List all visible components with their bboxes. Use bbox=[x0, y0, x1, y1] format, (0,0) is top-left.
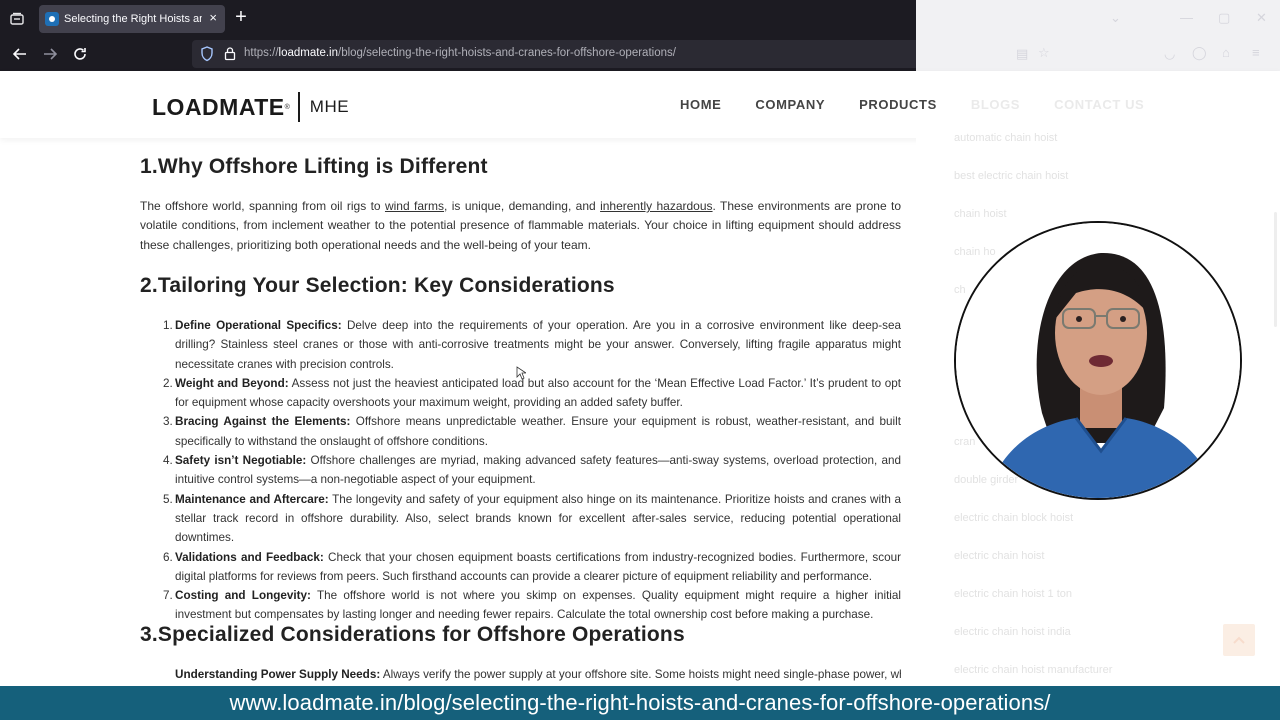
logo-divider bbox=[297, 92, 300, 122]
shield-icon[interactable] bbox=[200, 46, 214, 62]
site-header: LOADMATE ® MHE HOME COMPANY PRODUCTS BLO… bbox=[0, 71, 1280, 138]
sidebar-tag-link[interactable]: electric chain hoist bbox=[954, 550, 1045, 562]
scroll-to-top-button[interactable] bbox=[1223, 624, 1255, 656]
list-item: 6. Validations and Feedback: Check that y… bbox=[163, 550, 901, 583]
pocket-icon[interactable]: ◡ bbox=[1164, 46, 1175, 62]
favicon-icon bbox=[45, 12, 59, 26]
logo-registered-mark: ® bbox=[284, 103, 290, 111]
logo-subtitle: MHE bbox=[309, 97, 350, 116]
page-scrollbar[interactable] bbox=[1274, 212, 1277, 327]
presenter-portrait bbox=[956, 223, 1240, 498]
forward-arrow-icon[interactable] bbox=[40, 44, 60, 64]
active-tab[interactable]: Selecting the Right Hoists and Cranes × bbox=[39, 5, 225, 33]
menu-blogs[interactable]: BLOGS bbox=[971, 97, 1020, 112]
menu-contact[interactable]: CONTACT US bbox=[1054, 97, 1144, 112]
sidebar-tag-link[interactable]: cran bbox=[954, 436, 975, 448]
menu-company[interactable]: COMPANY bbox=[755, 97, 825, 112]
back-arrow-icon[interactable] bbox=[10, 44, 30, 64]
list-item: 4. Safety isn’t Negotiable: Offshore chal… bbox=[163, 454, 901, 487]
url-text[interactable]: https://loadmate.in/blog/selecting-the-r… bbox=[244, 47, 676, 59]
section-paragraph: The offshore world, spanning from oil ri… bbox=[140, 199, 902, 252]
section-heading: 3.Specialized Considerations for Offshor… bbox=[140, 623, 685, 646]
list-item: 2. Weight and Beyond: Assess not just the… bbox=[163, 376, 901, 410]
sidebar-tag-link[interactable]: automatic chain hoist bbox=[954, 132, 1057, 144]
tab-bar: Selecting the Right Hoists and Cranes × … bbox=[0, 0, 916, 37]
sidebar-tag-link[interactable]: electric chain hoist manufacturer bbox=[954, 664, 1112, 676]
window-close-icon[interactable]: ✕ bbox=[1256, 10, 1267, 26]
browser-toolbar: Selecting the Right Hoists and Cranes × … bbox=[0, 0, 916, 71]
site-logo[interactable]: LOADMATE ® MHE bbox=[152, 92, 349, 122]
address-bar[interactable]: https://loadmate.in/blog/selecting-the-r… bbox=[192, 40, 916, 68]
list-item: 3. Bracing Against the Elements: Offshore… bbox=[163, 415, 901, 448]
new-tab-button[interactable]: + bbox=[231, 7, 251, 29]
tab-list-icon[interactable] bbox=[6, 8, 28, 30]
menu-icon[interactable]: ≡ bbox=[1252, 45, 1260, 60]
section-heading: 1.Why Offshore Lifting is Different bbox=[140, 155, 488, 178]
menu-home[interactable]: HOME bbox=[680, 97, 721, 112]
sidebar-tag-link[interactable]: chain hoist bbox=[954, 208, 1007, 220]
chevron-down-icon[interactable]: ⌄ bbox=[1110, 10, 1121, 26]
sidebar-tag-link[interactable]: double girder bbox=[954, 474, 1018, 486]
mouse-cursor-icon bbox=[516, 366, 526, 380]
banner-url-text: www.loadmate.in/blog/selecting-the-right… bbox=[229, 690, 1051, 715]
sidebar-tag-link[interactable]: electric chain hoist 1 ton bbox=[954, 588, 1072, 600]
reload-icon[interactable] bbox=[70, 44, 90, 64]
wind-farms-link[interactable]: wind farms bbox=[385, 199, 444, 213]
presenter-webcam bbox=[954, 221, 1242, 500]
account-icon[interactable]: ◯ bbox=[1192, 45, 1207, 61]
hazardous-link[interactable]: inherently hazardous bbox=[600, 199, 712, 213]
sidebar-tag-link[interactable]: electric chain block hoist bbox=[954, 512, 1073, 524]
logo-wordmark: LOADMATE bbox=[152, 93, 285, 120]
offshore-list: 1.Understanding Power Supply Needs: Alwa… bbox=[175, 665, 901, 686]
sidebar-tag-link[interactable]: best electric chain hoist bbox=[954, 170, 1068, 182]
sidebar-tag-link[interactable]: chain ho bbox=[954, 246, 996, 258]
minimize-icon[interactable]: — bbox=[1180, 10, 1193, 25]
close-tab-icon[interactable]: × bbox=[209, 11, 217, 25]
nav-bar: https://loadmate.in/blog/selecting-the-r… bbox=[0, 37, 916, 71]
bookmark-star-icon[interactable]: ☆ bbox=[1038, 45, 1050, 61]
sidebar-tag-link[interactable]: ch bbox=[954, 284, 966, 296]
list-item: 7. Costing and Longevity: The offshore wo… bbox=[163, 589, 902, 622]
reader-view-icon[interactable]: ▤ bbox=[1016, 46, 1028, 62]
url-banner: www.loadmate.in/blog/selecting-the-right… bbox=[0, 686, 1280, 720]
section-heading: 2.Tailoring Your Selection: Key Consider… bbox=[140, 274, 615, 297]
extensions-icon[interactable]: ⌂ bbox=[1222, 45, 1230, 60]
maximize-icon[interactable]: ▢ bbox=[1218, 10, 1230, 26]
tab-title: Selecting the Right Hoists and Cranes bbox=[64, 13, 202, 25]
list-item: 1. Define Operational Specifics: Delve de… bbox=[163, 319, 901, 371]
list-item: 5. Maintenance and Aftercare: The longevi… bbox=[163, 492, 901, 545]
browser-toolbar-right: ⌄ — ▢ ✕ ▤ ☆ ◡ ◯ ⌂ ≡ bbox=[916, 0, 1280, 71]
menu-products[interactable]: PRODUCTS bbox=[859, 97, 937, 112]
sidebar-tag-link[interactable]: electric chain hoist india bbox=[954, 626, 1071, 638]
lock-icon[interactable] bbox=[224, 46, 236, 61]
list-item: 1.Understanding Power Supply Needs: Alwa… bbox=[175, 668, 901, 681]
considerations-list: 1. Define Operational Specifics: Delve de… bbox=[163, 316, 902, 625]
main-menu: HOME COMPANY PRODUCTS BLOGS CONTACT US bbox=[680, 97, 1178, 112]
